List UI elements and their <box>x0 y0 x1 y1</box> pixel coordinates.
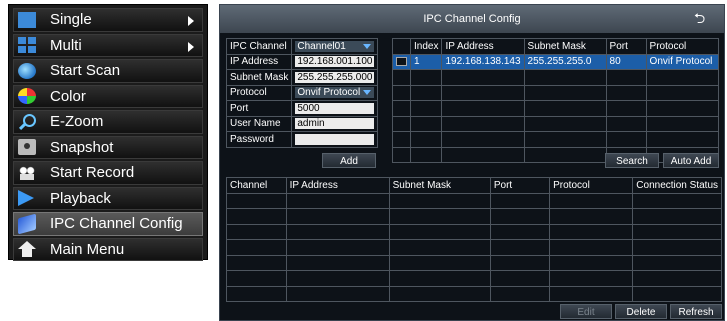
search-button[interactable]: Search <box>605 153 659 168</box>
menu-item-start-record[interactable]: Start Record <box>13 161 203 185</box>
scan-icon <box>18 62 36 79</box>
menu-item-multi[interactable]: Multi <box>13 33 203 57</box>
home-icon <box>18 241 36 258</box>
dialog-titlebar: IPC Channel Config ⮌ <box>220 5 724 33</box>
menu-item-label: Color <box>50 87 86 105</box>
menu-item-snapshot[interactable]: Snapshot <box>13 135 203 159</box>
table-row-empty <box>226 254 722 271</box>
ip-address-field[interactable]: 192.168.001.100 <box>295 56 375 68</box>
refresh-button[interactable]: Refresh <box>670 304 722 319</box>
cell-subnet-mask: 255.255.255.0 <box>523 53 607 70</box>
port-field[interactable]: 5000 <box>295 102 375 114</box>
context-menu: Single Multi Start Scan Color E-Zoom Sna… <box>8 4 208 261</box>
table-row[interactable]: 1 192.168.138.143 255.255.255.0 80 Onvif… <box>392 53 720 70</box>
form-label-protocol: Protocol <box>225 84 293 101</box>
menu-item-ipc-channel-config[interactable]: IPC Channel Config <box>13 212 203 236</box>
auto-add-button[interactable]: Auto Add <box>663 153 719 168</box>
submenu-arrow-icon <box>188 16 194 26</box>
form-label-ipc-channel: IPC Channel <box>225 38 293 55</box>
table-header: Subnet Mask <box>388 177 491 194</box>
form-label-port: Port <box>225 100 293 117</box>
menu-item-label: Single <box>50 11 92 29</box>
table-row-empty <box>226 239 722 256</box>
table-header: Channel <box>226 177 287 194</box>
protocol-select[interactable]: Onvif Protocol <box>295 87 375 99</box>
password-field[interactable] <box>295 133 375 145</box>
record-icon <box>18 164 36 181</box>
form-label-subnet-mask: Subnet Mask <box>225 69 293 86</box>
cell-ip-address: 192.168.138.143 <box>441 53 525 70</box>
table-row-empty <box>392 100 720 117</box>
table-row-empty <box>392 115 720 132</box>
table-row-empty <box>392 131 720 148</box>
form-label-ip-address: IP Address <box>225 53 293 70</box>
menu-item-label: Start Record <box>50 164 135 182</box>
multi-view-icon <box>18 37 36 54</box>
table-header: Index <box>409 38 443 55</box>
menu-item-label: IPC Channel Config <box>50 215 183 233</box>
search-results-table: Index IP Address Subnet Mask Port Protoc… <box>392 38 720 163</box>
menu-item-label: Start Scan <box>50 62 121 80</box>
menu-item-label: Multi <box>50 36 82 54</box>
table-header: Protocol <box>549 177 634 194</box>
delete-button[interactable]: Delete <box>615 304 667 319</box>
table-header-row: Index IP Address Subnet Mask Port Protoc… <box>392 38 720 55</box>
ipc-icon <box>18 213 36 235</box>
table-header: Subnet Mask <box>523 38 607 55</box>
zoom-icon <box>18 113 36 130</box>
form-label-password: Password <box>225 131 293 148</box>
add-button[interactable]: Add <box>322 153 376 168</box>
table-row-empty <box>226 270 722 287</box>
ipc-channel-config-dialog: IPC Channel Config ⮌ IPC Channel Channel… <box>219 4 725 321</box>
color-icon <box>18 88 36 105</box>
user-name-field[interactable]: admin <box>295 118 375 130</box>
channel-form: IPC Channel Channel01 IP Address 192.168… <box>225 38 379 148</box>
single-view-icon <box>18 11 36 28</box>
table-header: IP Address <box>285 177 390 194</box>
table-row-empty <box>392 84 720 101</box>
table-row-empty <box>226 223 722 240</box>
playback-icon <box>18 190 34 207</box>
cell-port: 80 <box>605 53 647 70</box>
channel-connections-table: Channel IP Address Subnet Mask Port Prot… <box>226 177 722 302</box>
edit-button[interactable]: Edit <box>560 304 612 319</box>
menu-item-label: Snapshot <box>50 138 114 156</box>
table-header: Port <box>489 177 551 194</box>
subnet-mask-field[interactable]: 255.255.255.000 <box>295 71 375 83</box>
submenu-arrow-icon <box>188 41 194 52</box>
table-header: IP Address <box>441 38 525 55</box>
cell-protocol: Onvif Protocol <box>645 53 720 70</box>
snapshot-icon <box>18 139 36 156</box>
menu-item-single[interactable]: Single <box>13 8 203 32</box>
menu-item-main-menu[interactable]: Main Menu <box>13 237 203 261</box>
table-row-empty <box>226 208 722 225</box>
form-label-user-name: User Name <box>225 115 293 132</box>
table-header: Protocol <box>645 38 720 55</box>
table-header <box>392 38 411 55</box>
table-row-empty <box>226 192 722 209</box>
menu-item-label: E-Zoom <box>50 113 104 131</box>
menu-item-label: Playback <box>50 189 111 207</box>
menu-item-label: Main Menu <box>50 240 125 258</box>
menu-item-color[interactable]: Color <box>13 84 203 108</box>
ipc-channel-select[interactable]: Channel01 <box>295 40 375 52</box>
dialog-title: IPC Channel Config <box>423 13 521 25</box>
menu-item-playback[interactable]: Playback <box>13 186 203 210</box>
table-row-empty <box>392 69 720 86</box>
cell-index: 1 <box>409 53 443 70</box>
row-checkbox[interactable] <box>396 57 407 67</box>
table-header: Connection Status <box>632 177 722 194</box>
table-header: Port <box>605 38 647 55</box>
menu-item-e-zoom[interactable]: E-Zoom <box>13 110 203 134</box>
menu-item-start-scan[interactable]: Start Scan <box>13 59 203 83</box>
return-icon[interactable]: ⮌ <box>694 11 712 25</box>
table-row-empty <box>226 285 722 302</box>
table-header-row: Channel IP Address Subnet Mask Port Prot… <box>226 177 722 194</box>
